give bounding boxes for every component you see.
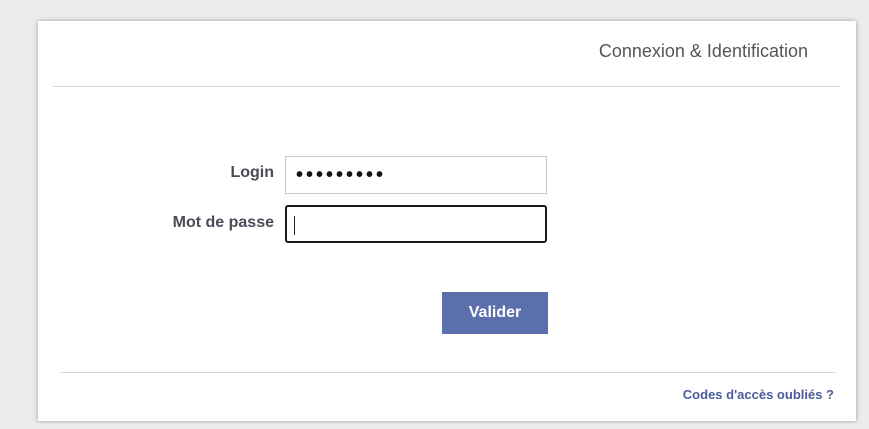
text-caret [294,216,295,235]
header-divider [53,86,840,87]
password-label: Mot de passe [172,214,274,231]
forgot-credentials-link[interactable]: Codes d'accès oubliés ? [683,387,834,402]
login-label: Login [230,164,274,181]
page-title: Connexion & Identification [598,41,808,61]
login-input[interactable] [285,156,547,194]
footer-divider [60,372,836,373]
submit-button[interactable]: Valider [442,292,548,334]
login-panel: Connexion & Identification Login Mot de … [38,21,856,421]
password-input[interactable] [285,205,547,243]
